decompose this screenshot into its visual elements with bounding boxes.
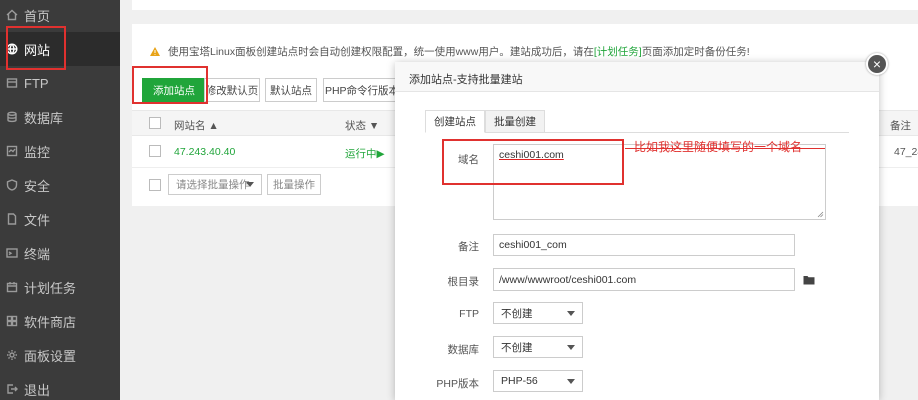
sidebar-item-settings[interactable]: 面板设置	[0, 338, 120, 372]
sidebar-item-logout[interactable]: 退出	[0, 372, 120, 400]
root-dir-label: 根目录	[447, 276, 480, 288]
dialog-title: 添加站点-支持批量建站	[409, 74, 523, 86]
calendar-icon	[6, 281, 18, 293]
root-dir-value: /www/wwwroot/ceshi001.com	[499, 273, 637, 286]
folder-icon[interactable]	[803, 275, 815, 285]
highlight-box-website	[6, 26, 66, 70]
database-value: 不创建	[501, 341, 533, 354]
tab-create-site[interactable]: 创建站点	[425, 110, 485, 133]
sidebar-item-label: 计划任务	[24, 280, 77, 296]
chevron-down-icon	[567, 345, 575, 350]
dialog-header: 添加站点-支持批量建站	[395, 62, 879, 92]
logout-icon	[6, 383, 18, 395]
sidebar-item-terminal[interactable]: 终端	[0, 236, 120, 270]
sidebar-item-label: 终端	[24, 246, 51, 262]
gear-icon	[6, 349, 18, 361]
sidebar-item-label: FTP	[24, 75, 49, 91]
terminal-icon	[6, 247, 18, 259]
highlight-box-add-site	[132, 66, 208, 104]
column-header-name[interactable]: 网站名 ▲	[174, 118, 219, 133]
row-checkbox[interactable]	[149, 145, 161, 157]
root-dir-input[interactable]: /www/wwwroot/ceshi001.com	[493, 268, 795, 291]
tab-batch-create[interactable]: 批量创建	[485, 110, 545, 133]
select-all-checkbox[interactable]	[149, 117, 161, 129]
remark-label: 备注	[458, 241, 479, 253]
annotation-underline	[625, 148, 825, 149]
ftp-label: FTP	[459, 308, 479, 320]
default-site-button[interactable]: 默认站点	[265, 78, 317, 102]
database-icon	[6, 111, 18, 123]
highlight-box-domain	[442, 139, 624, 185]
sidebar-item-security[interactable]: 安全	[0, 168, 120, 202]
sidebar-item-label: 面板设置	[24, 348, 77, 364]
notice-text: 使用宝塔Linux面板创建站点时会自动创建权限配置，统一使用www用户。建站成功…	[168, 46, 594, 58]
batch-select-checkbox[interactable]	[149, 179, 161, 191]
database-label: 数据库	[447, 344, 480, 356]
shield-icon	[6, 179, 18, 191]
sidebar-item-ftp[interactable]: FTP	[0, 66, 120, 100]
sidebar-item-monitor[interactable]: 监控	[0, 134, 120, 168]
sidebar-item-files[interactable]: 文件	[0, 202, 120, 236]
batch-select-placeholder: 请选择批量操作	[176, 179, 250, 191]
php-cli-version-button[interactable]: PHP命令行版本	[323, 78, 401, 102]
sidebar-item-label: 安全	[24, 178, 51, 194]
monitor-icon	[6, 145, 18, 157]
sidebar-item-database[interactable]: 数据库	[0, 100, 120, 134]
ftp-value: 不创建	[501, 307, 533, 320]
ftp-icon	[6, 77, 18, 89]
sidebar-item-store[interactable]: 软件商店	[0, 304, 120, 338]
site-name-link[interactable]: 47.243.40.40	[174, 146, 235, 158]
file-icon	[6, 213, 18, 225]
chevron-down-icon	[246, 182, 254, 187]
php-version-label: PHP版本	[436, 378, 479, 390]
notice-suffix: 页面添加定时备份任务!	[641, 46, 750, 58]
sidebar-item-label: 数据库	[24, 110, 64, 126]
sidebar-item-cron[interactable]: 计划任务	[0, 270, 120, 304]
sidebar-item-label: 监控	[24, 144, 51, 160]
remark-value: ceshi001_com	[499, 239, 567, 251]
php-version-value: PHP-56	[501, 375, 538, 387]
sidebar-item-label: 文件	[24, 212, 51, 228]
edit-default-page-button[interactable]: 修改默认页	[204, 78, 260, 102]
notice-bar: 使用宝塔Linux面板创建站点时会自动创建权限配置，统一使用www用户。建站成功…	[150, 44, 750, 59]
database-select[interactable]: 不创建	[493, 336, 583, 358]
add-site-dialog: 添加站点-支持批量建站 创建站点 批量创建 域名 ceshi001.com 备注…	[395, 62, 879, 400]
close-icon[interactable]: ×	[866, 53, 888, 75]
remark-input[interactable]: ceshi001_com	[493, 234, 795, 256]
sidebar-item-label: 退出	[24, 382, 51, 398]
resize-handle-icon[interactable]	[817, 211, 824, 218]
ftp-select[interactable]: 不创建	[493, 302, 583, 324]
top-strip	[132, 0, 918, 10]
batch-operation-select[interactable]: 请选择批量操作	[168, 174, 262, 195]
column-header-status[interactable]: 状态 ▼	[345, 118, 379, 133]
store-icon	[6, 315, 18, 327]
site-remark: 47_24	[894, 146, 918, 158]
chevron-down-icon	[567, 379, 575, 384]
cron-link[interactable]: [计划任务]	[594, 44, 642, 59]
annotation-text: 比如我这里随便填写的一个域名	[634, 140, 803, 154]
sidebar-item-label: 软件商店	[24, 314, 77, 330]
php-version-select[interactable]: PHP-56	[493, 370, 583, 392]
batch-apply-button[interactable]: 批量操作	[267, 174, 321, 195]
warning-icon	[150, 47, 160, 56]
site-status[interactable]: 运行中▶	[345, 146, 385, 161]
home-icon	[6, 9, 18, 21]
column-header-remark: 备注	[890, 120, 911, 132]
chevron-down-icon	[567, 311, 575, 316]
sidebar-item-label: 首页	[24, 8, 51, 24]
